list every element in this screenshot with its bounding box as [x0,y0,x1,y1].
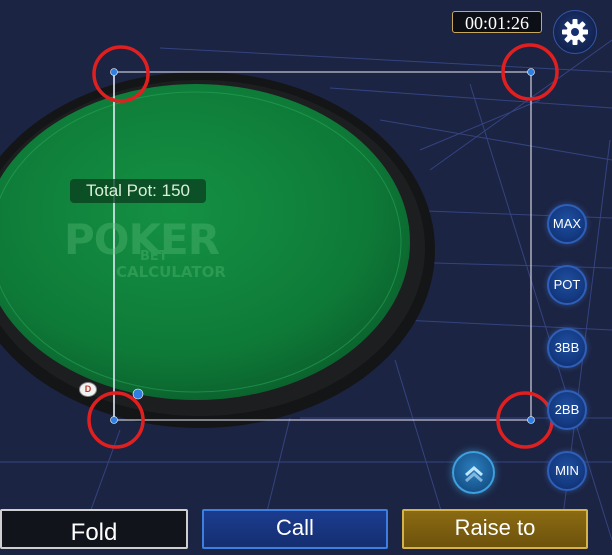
call-button[interactable]: Call [202,509,388,549]
dealer-button: D [79,382,97,397]
settings-button[interactable] [553,10,597,54]
bet-max-button[interactable]: MAX [547,204,587,244]
game-timer: 00:01:26 [452,11,542,33]
fold-button[interactable]: Fold [0,509,188,549]
table-scene [0,39,612,540]
raise-button[interactable]: Raise to [402,509,588,549]
bet-2bb-button[interactable]: 2BB [547,390,587,430]
total-pot-label: Total Pot: 150 [70,179,206,203]
chevron-up-icon [465,466,483,483]
gear-icon [562,19,588,45]
table-felt [0,84,410,400]
raise-slider-toggle-button[interactable] [452,451,495,494]
bet-3bb-button[interactable]: 3BB [547,328,587,368]
bet-pot-button[interactable]: POT [547,265,587,305]
bet-min-button[interactable]: MIN [547,451,587,491]
